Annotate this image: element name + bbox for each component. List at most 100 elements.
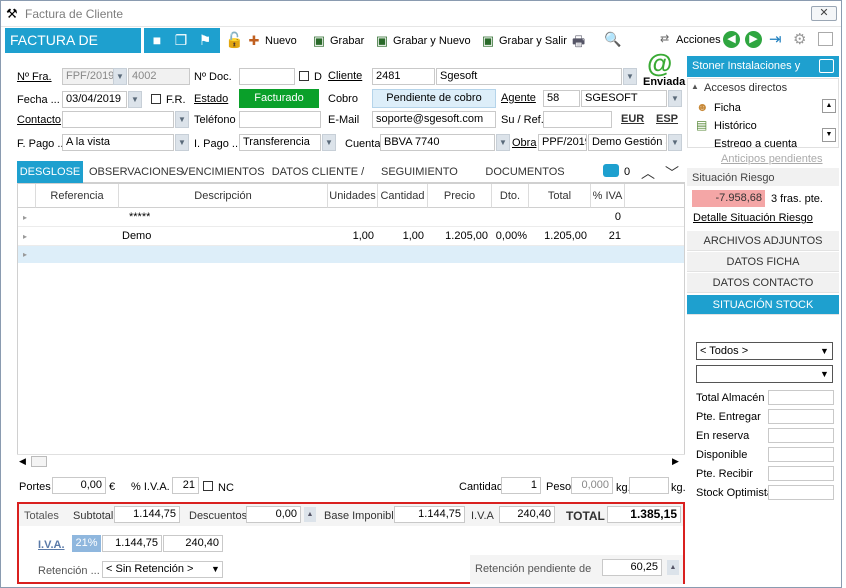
discount-spin-up-icon[interactable]: ▲: [304, 507, 316, 522]
folder-icon[interactable]: ■: [148, 32, 166, 49]
invoice-number-field[interactable]: 4002: [128, 68, 190, 85]
warehouse-select[interactable]: < Todos >: [696, 342, 833, 360]
copy-icon[interactable]: ❐: [172, 32, 190, 49]
weight-extra-field[interactable]: [629, 477, 669, 494]
row-quantity[interactable]: 1,00: [378, 227, 424, 246]
file-data-button[interactable]: DATOS FICHA: [687, 252, 839, 272]
exit-icon[interactable]: ⇥: [769, 30, 782, 48]
client-dropdown-icon[interactable]: ▼: [623, 68, 637, 85]
phone-field[interactable]: [239, 111, 321, 128]
actions-button[interactable]: Acciones: [676, 34, 721, 46]
grid-horizontal-scrollbar[interactable]: ◀ ▶: [17, 454, 685, 468]
contact-label[interactable]: Contacto: [17, 114, 61, 126]
tab-datos-cliente[interactable]: DATOS CLIENTE / ENVÍO: [261, 161, 375, 200]
column-header[interactable]: Referencia: [36, 184, 119, 208]
contact-data-button[interactable]: DATOS CONTACTO: [687, 273, 839, 293]
vat-breakdown-link[interactable]: I.V.A.: [38, 539, 65, 551]
withholding-spin-up-icon[interactable]: ▲: [667, 560, 679, 575]
scroll-right-icon[interactable]: ▶: [672, 456, 679, 467]
table-row[interactable]: ▸ ***** 0: [18, 208, 684, 227]
shortcut-entrega[interactable]: Estrego a cuenta: [714, 138, 797, 147]
shortcut-historico[interactable]: Histórico: [714, 120, 757, 132]
new-row[interactable]: ▸: [18, 246, 684, 263]
new-button[interactable]: ✚ Nuevo: [245, 32, 297, 50]
lock-icon[interactable]: 🔓: [225, 31, 244, 49]
chevron-up-icon[interactable]: ︿: [641, 163, 655, 183]
shortcut-ficha[interactable]: Ficha: [714, 102, 741, 114]
column-header[interactable]: Unidades: [328, 184, 378, 208]
payment-method-dropdown-icon[interactable]: ▼: [175, 134, 189, 151]
agent-dropdown-icon[interactable]: ▼: [668, 90, 682, 107]
scroll-down-icon[interactable]: ▼: [822, 128, 836, 142]
contact-field[interactable]: [62, 111, 174, 128]
column-header[interactable]: Total: [529, 184, 591, 208]
agent-label[interactable]: Agente: [501, 92, 536, 104]
tab-documentos[interactable]: DOCUMENTOS RELACIONADOS: [451, 161, 599, 200]
d-checkbox[interactable]: [299, 71, 309, 81]
tab-vencimientos[interactable]: VENCIMIENTOS: [181, 161, 265, 183]
article-dropdown-icon[interactable]: ▼: [820, 369, 829, 379]
scroll-left-icon[interactable]: ◀: [19, 456, 26, 467]
weight-field[interactable]: 0,000: [571, 477, 613, 494]
scroll-up-icon[interactable]: ▲: [822, 99, 836, 113]
warehouse-dropdown-icon[interactable]: ▼: [820, 346, 829, 356]
settings-gear-icon[interactable]: ⚙: [793, 30, 806, 48]
client-label[interactable]: Cliente: [328, 70, 362, 82]
pending-advances-link[interactable]: Anticipos pendientes: [721, 153, 823, 165]
previous-icon[interactable]: ◀: [723, 31, 740, 48]
discounts-field[interactable]: 0,00: [246, 506, 301, 523]
account-dropdown-icon[interactable]: ▼: [496, 134, 510, 151]
payment-type-field[interactable]: Transferencia: [239, 134, 321, 151]
column-header[interactable]: Cantidad: [378, 184, 428, 208]
save-exit-button[interactable]: ▣ Grabar y Salir: [479, 32, 567, 50]
chevron-down-icon[interactable]: ﹀: [665, 163, 679, 183]
row-description[interactable]: *****: [129, 208, 150, 227]
window-layout-icon[interactable]: [818, 32, 833, 46]
column-header[interactable]: Precio: [428, 184, 492, 208]
doc-number-field[interactable]: [239, 68, 295, 85]
open-external-icon[interactable]: [819, 59, 834, 73]
row-price[interactable]: 1.205,00: [428, 227, 488, 246]
save-new-button[interactable]: ▣ Grabar y Nuevo: [373, 32, 471, 50]
client-name-field[interactable]: Sgesoft: [436, 68, 622, 85]
payment-type-dropdown-icon[interactable]: ▼: [322, 134, 336, 151]
quantity-total-field[interactable]: 1: [501, 477, 541, 494]
row-discount[interactable]: 0,00%: [492, 227, 527, 246]
invoice-number-label[interactable]: Nº Fra.: [17, 71, 52, 83]
row-iva[interactable]: 21: [591, 227, 621, 246]
scroll-thumb[interactable]: [31, 456, 47, 467]
close-button[interactable]: ✕: [811, 6, 837, 21]
project-dropdown-icon[interactable]: ▼: [668, 134, 682, 151]
contact-dropdown-icon[interactable]: ▼: [175, 111, 189, 128]
your-ref-field[interactable]: [543, 111, 612, 128]
comment-icon[interactable]: [603, 164, 619, 177]
column-header[interactable]: Dto.: [492, 184, 529, 208]
collapse-caret-icon[interactable]: ▲: [691, 82, 699, 91]
agent-name-field[interactable]: SGESOFT: [581, 90, 667, 107]
client-code-field[interactable]: 2481: [372, 68, 435, 85]
series-dropdown-icon[interactable]: ▼: [113, 68, 127, 85]
tab-observaciones[interactable]: OBSERVACIONES: [89, 161, 183, 183]
freight-field[interactable]: 0,00: [52, 477, 106, 494]
print-icon[interactable]: 🖶: [572, 31, 585, 55]
vat-percent-field[interactable]: 21: [172, 477, 199, 494]
row-units[interactable]: 1,00: [328, 227, 374, 246]
tab-desglose[interactable]: DESGLOSE: [17, 161, 83, 183]
fr-checkbox[interactable]: [151, 94, 161, 104]
currency-link[interactable]: EUR: [621, 113, 644, 125]
column-header[interactable]: Descripción: [119, 184, 328, 208]
language-link[interactable]: ESP: [656, 113, 678, 125]
article-select[interactable]: [696, 365, 833, 383]
flag-icon[interactable]: ⚑: [196, 32, 214, 49]
withholding-dropdown-icon[interactable]: ▼: [209, 562, 222, 577]
preview-icon[interactable]: 🔍: [604, 31, 621, 48]
column-header[interactable]: % IVA: [591, 184, 625, 208]
stock-situation-button[interactable]: SITUACIÓN STOCK: [687, 295, 839, 315]
project-name-field[interactable]: Demo Gestión 36: [588, 134, 667, 151]
row-total[interactable]: 1.205,00: [529, 227, 587, 246]
tab-seguimiento[interactable]: SEGUIMIENTO: [381, 161, 458, 183]
nc-checkbox[interactable]: [203, 481, 213, 491]
agent-code-field[interactable]: 58: [543, 90, 580, 107]
attachments-button[interactable]: ARCHIVOS ADJUNTOS: [687, 231, 839, 251]
status-label[interactable]: Estado: [194, 93, 228, 105]
